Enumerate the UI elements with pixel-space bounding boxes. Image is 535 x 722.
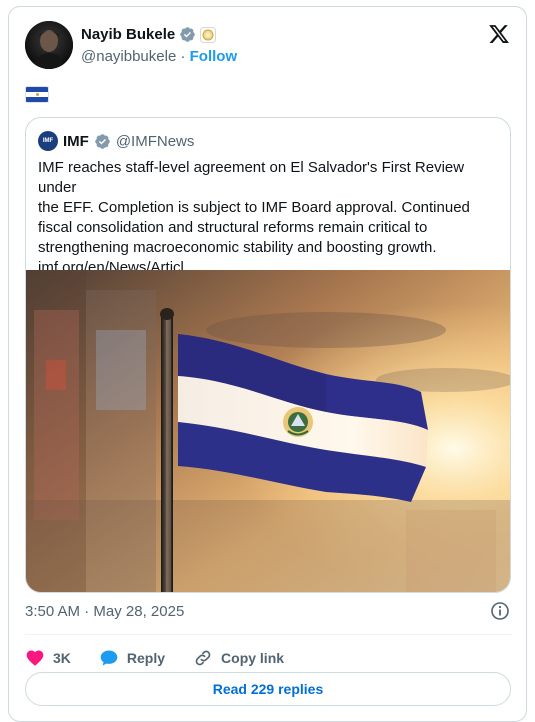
x-logo-icon[interactable] <box>488 23 510 45</box>
verified-badge-icon <box>94 133 111 150</box>
reply-bubble-icon <box>100 650 118 666</box>
tweet-time: 3:50 AM <box>25 603 81 620</box>
tweet-date: May 28, 2025 <box>93 603 185 620</box>
embedded-tweet-card: Nayib Bukele @nayibbukele · Follow IMF I… <box>8 6 527 722</box>
quoted-tweet[interactable]: IMF IMF @IMFNews IMF reaches staff-level… <box>25 117 511 593</box>
quoted-text: IMF reaches staff-level agreement on El … <box>38 158 500 278</box>
flag-photo[interactable] <box>26 270 510 592</box>
tweet-timestamp[interactable]: 3:50 AM · May 28, 2025 <box>25 603 184 620</box>
quoted-avatar: IMF <box>38 131 58 151</box>
copy-link-label: Copy link <box>221 650 285 666</box>
follow-button[interactable]: Follow <box>190 48 238 65</box>
like-button[interactable]: 3K <box>25 648 71 668</box>
quoted-text-line: fiscal consolidation and structural refo… <box>38 219 428 236</box>
copy-link-button[interactable]: Copy link <box>193 648 284 668</box>
link-icon <box>195 650 211 666</box>
el-salvador-flag-icon <box>25 86 49 103</box>
info-icon[interactable] <box>490 601 510 621</box>
quoted-name: IMF <box>63 132 89 150</box>
like-count: 3K <box>53 650 71 666</box>
read-replies-button[interactable]: Read 229 replies <box>25 672 511 706</box>
reply-label: Reply <box>126 650 166 666</box>
handle-separator: · <box>180 48 190 65</box>
reply-button[interactable]: Reply <box>99 648 165 668</box>
author-handle-row: @nayibbukele · Follow <box>81 48 237 65</box>
author-name[interactable]: Nayib Bukele <box>81 26 175 43</box>
divider <box>25 634 512 635</box>
author-name-row: Nayib Bukele <box>81 26 217 43</box>
quoted-text-line: the EFF. Completion is subject to IMF Bo… <box>38 199 470 216</box>
timestamp-separator: · <box>84 603 94 620</box>
quoted-handle: @IMFNews <box>115 132 195 150</box>
verified-badge-icon <box>179 26 196 43</box>
author-handle[interactable]: @nayibbukele <box>81 48 176 65</box>
affiliate-badge-icon[interactable] <box>200 26 217 43</box>
quoted-text-line: strengthening macroeconomic stability an… <box>38 239 437 256</box>
tweet-actions: 3K Reply Copy link <box>25 642 312 674</box>
heart-icon <box>26 650 44 666</box>
author-avatar[interactable] <box>25 21 73 69</box>
quoted-header: IMF IMF @IMFNews <box>38 131 194 151</box>
quoted-text-line: IMF reaches staff-level agreement on El … <box>38 159 465 196</box>
